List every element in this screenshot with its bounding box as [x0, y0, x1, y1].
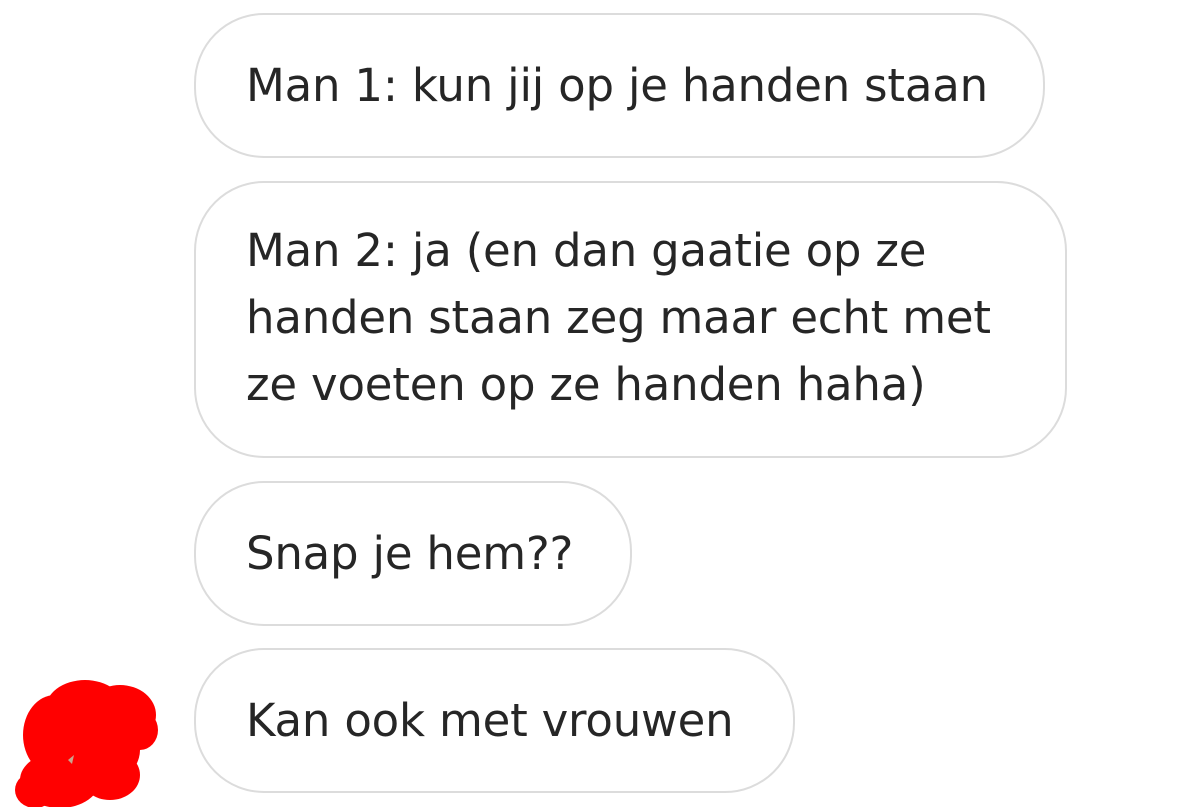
- message-bubble[interactable]: Man 1: kun jij op je handen staan: [194, 13, 1045, 158]
- message-text: Kan ook met vrouwen: [246, 694, 734, 747]
- message-line: ze voeten op ze handen haha): [246, 358, 926, 411]
- message-bubble[interactable]: Snap je hem??: [194, 481, 632, 626]
- message-line: handen staan zeg maar echt met: [246, 291, 991, 344]
- message-text: Man 1: kun jij op je handen staan: [246, 59, 988, 112]
- avatar-redacted-icon[interactable]: [0, 660, 170, 807]
- message-text: Snap je hem??: [246, 527, 574, 580]
- message-line: Man 2: ja (en dan gaatie op ze: [246, 224, 927, 277]
- message-text: Man 2: ja (en dan gaatie op ze handen st…: [246, 217, 991, 418]
- message-bubble[interactable]: Man 2: ja (en dan gaatie op ze handen st…: [194, 181, 1067, 458]
- message-bubble[interactable]: Kan ook met vrouwen: [194, 648, 795, 793]
